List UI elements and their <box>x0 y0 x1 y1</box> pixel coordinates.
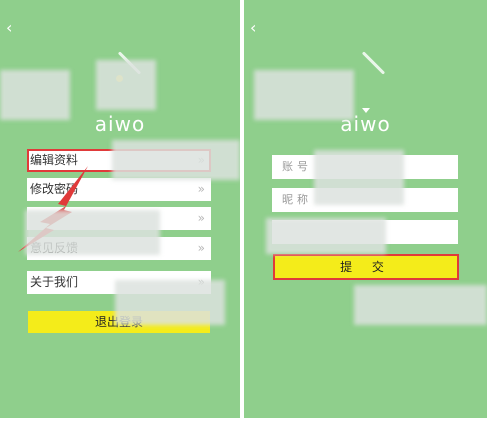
back-icon[interactable]: ‹ <box>6 20 12 36</box>
blur-overlay <box>0 70 70 120</box>
logo-mark-icon <box>361 51 386 75</box>
blur-overlay <box>354 285 487 325</box>
blur-overlay <box>25 210 160 255</box>
back-icon[interactable]: ‹ <box>250 20 256 36</box>
submit-button[interactable]: 提 交 <box>273 254 459 280</box>
blur-overlay <box>112 140 240 180</box>
edit-profile-screen: ‹ aiwo 账号 昵称 提 交 <box>244 0 487 418</box>
blur-overlay <box>314 150 404 205</box>
blur-overlay <box>266 218 386 254</box>
blur-overlay <box>254 70 354 120</box>
chevron-right-icon: » <box>197 211 205 225</box>
blur-overlay <box>96 60 156 110</box>
nickname-label: 昵称 <box>282 193 312 206</box>
chevron-right-icon: » <box>197 182 205 196</box>
chevron-right-icon: » <box>197 241 205 255</box>
blur-overlay <box>115 280 225 325</box>
profile-menu-screen: ‹ aiwo 编辑资料 » 修改密码 » » 意见反馈 » 关于我们 » 退出登… <box>0 0 240 418</box>
account-label: 账号 <box>282 160 312 173</box>
